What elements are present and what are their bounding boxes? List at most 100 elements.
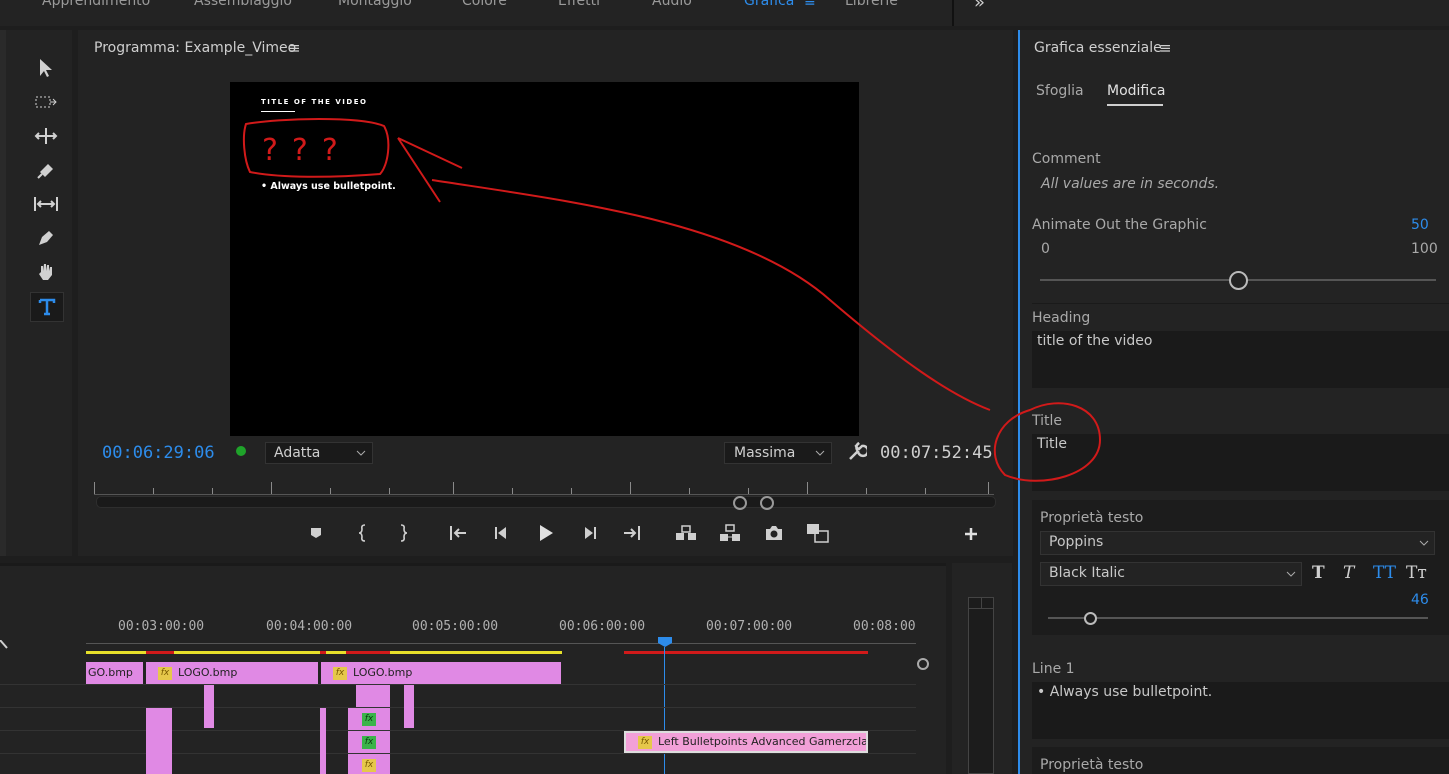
extract-icon[interactable] bbox=[719, 524, 741, 542]
export-frame-icon[interactable] bbox=[764, 525, 784, 541]
zoom-select[interactable]: Adatta bbox=[265, 442, 373, 464]
animate-out-slider-handle[interactable] bbox=[1228, 271, 1248, 290]
slip-tool-icon[interactable] bbox=[30, 190, 62, 218]
duration-timecode: 00:07:52:45 bbox=[880, 443, 993, 463]
scrollbar-handle-right[interactable] bbox=[760, 496, 774, 510]
add-button-icon[interactable] bbox=[964, 527, 978, 541]
all-caps-button[interactable]: TT bbox=[1373, 563, 1396, 583]
lift-icon[interactable] bbox=[675, 524, 697, 542]
clip[interactable] bbox=[204, 685, 214, 728]
workspace-overflow-icon[interactable]: » bbox=[974, 0, 985, 13]
video-frame[interactable]: TITLE OF THE VIDEO • Always use bulletpo… bbox=[230, 82, 859, 436]
scrollbar-handle-left[interactable] bbox=[733, 496, 747, 510]
clip[interactable]: fx bbox=[348, 708, 390, 730]
clip[interactable] bbox=[320, 708, 326, 774]
selection-tool-icon[interactable] bbox=[30, 54, 62, 82]
track-select-tool-icon[interactable] bbox=[30, 88, 62, 116]
timeline-scroll-handle[interactable] bbox=[917, 658, 929, 670]
line1-field[interactable]: • Always use bulletpoint. bbox=[1032, 682, 1449, 739]
resolution-select-value: Massima bbox=[734, 445, 796, 461]
small-caps-button[interactable]: Tт bbox=[1406, 563, 1427, 583]
playhead-handle[interactable] bbox=[658, 637, 672, 647]
title-field-value: Title bbox=[1037, 436, 1068, 452]
tab-sfoglia[interactable]: Sfoglia bbox=[1036, 83, 1084, 99]
workspace-tab-assemblaggio[interactable]: Assemblaggio bbox=[194, 0, 292, 9]
ruler-label: 00:04:00:00 bbox=[266, 619, 353, 634]
playhead-line[interactable] bbox=[664, 647, 665, 774]
mark-in-icon[interactable] bbox=[357, 524, 369, 542]
audio-meter bbox=[968, 597, 994, 774]
razor-tool-icon[interactable] bbox=[30, 156, 62, 184]
compare-icon[interactable] bbox=[806, 523, 830, 543]
clip[interactable]: GO.bmp bbox=[86, 662, 143, 684]
title-label: Title bbox=[1032, 413, 1063, 429]
play-icon[interactable] bbox=[537, 524, 555, 542]
line1-label: Line 1 bbox=[1032, 661, 1075, 677]
timeline-ruler[interactable] bbox=[86, 643, 916, 644]
clip[interactable] bbox=[356, 685, 390, 707]
clip[interactable]: fx LOGO.bmp bbox=[146, 662, 318, 684]
heading-label: Heading bbox=[1032, 310, 1091, 326]
chevron-down-icon bbox=[1286, 571, 1296, 577]
panel-menu-icon[interactable]: ≡ bbox=[1159, 39, 1172, 57]
panel-menu-icon[interactable]: ≡ bbox=[288, 39, 301, 57]
workspace-tab-apprendimento[interactable]: Apprendimento bbox=[42, 0, 150, 9]
font-select[interactable]: Poppins bbox=[1040, 531, 1435, 555]
step-back-icon[interactable] bbox=[492, 525, 510, 541]
text-properties-label: Proprietà testo bbox=[1040, 757, 1144, 773]
clip[interactable]: fx bbox=[348, 731, 390, 753]
monitor-time-ruler[interactable] bbox=[94, 494, 994, 495]
clip-label: LOGO.bmp bbox=[353, 666, 413, 679]
workspace-tab-effetti[interactable]: Effetti bbox=[558, 0, 600, 9]
essential-graphics-panel: Grafica essenziale ≡ Sfoglia Modifica Co… bbox=[1018, 30, 1449, 774]
ripple-edit-tool-icon[interactable] bbox=[30, 122, 62, 150]
workspace-tab-grafica[interactable]: Grafica bbox=[744, 0, 794, 9]
marker-icon[interactable] bbox=[309, 526, 323, 540]
panel-title: Grafica essenziale bbox=[1034, 40, 1162, 56]
clip[interactable] bbox=[146, 708, 172, 774]
font-style-select[interactable]: Black Italic bbox=[1040, 562, 1302, 586]
current-timecode[interactable]: 00:06:29:06 bbox=[102, 443, 215, 463]
font-size-value[interactable]: 46 bbox=[1411, 592, 1429, 608]
tab-modifica[interactable]: Modifica bbox=[1107, 83, 1166, 99]
workspace-tab-audio[interactable]: Audio bbox=[652, 0, 692, 9]
go-to-out-icon[interactable] bbox=[622, 525, 642, 541]
font-size-slider-handle[interactable] bbox=[1084, 612, 1097, 625]
clip[interactable] bbox=[404, 685, 414, 728]
heading-field[interactable]: title of the video bbox=[1032, 331, 1449, 388]
heading-field-value: title of the video bbox=[1037, 333, 1153, 349]
hand-tool-icon[interactable] bbox=[30, 258, 62, 286]
workspace-tab-colore[interactable]: Colore bbox=[462, 0, 507, 9]
comment-label: Comment bbox=[1032, 151, 1101, 167]
step-forward-icon[interactable] bbox=[581, 525, 599, 541]
chevron-down-icon bbox=[356, 450, 366, 456]
workspace-tab-montaggio[interactable]: Montaggio bbox=[338, 0, 412, 9]
animate-out-value[interactable]: 50 bbox=[1411, 217, 1429, 233]
text-properties-label: Proprietà testo bbox=[1040, 510, 1144, 526]
wrench-icon[interactable] bbox=[847, 442, 867, 462]
title-field[interactable]: Title bbox=[1032, 434, 1449, 491]
go-to-in-icon[interactable] bbox=[448, 525, 468, 541]
mark-out-icon[interactable] bbox=[397, 524, 409, 542]
ruler-label: 00:07:00:00 bbox=[706, 619, 793, 634]
graphic-clip[interactable]: fx Left Bulletpoints Advanced Gamerzclas bbox=[624, 731, 868, 753]
font-style-select-value: Black Italic bbox=[1049, 565, 1126, 581]
playback-resolution-select[interactable]: Massima bbox=[724, 442, 832, 464]
render-bar-red bbox=[624, 651, 868, 654]
faux-bold-button[interactable]: T bbox=[1312, 563, 1325, 583]
zoom-scrollbar[interactable] bbox=[96, 496, 996, 508]
zoom-select-value: Adatta bbox=[274, 445, 321, 461]
slider-max: 100 bbox=[1411, 241, 1438, 257]
font-size-slider[interactable] bbox=[1048, 617, 1428, 619]
type-tool-icon[interactable] bbox=[30, 292, 64, 322]
clip[interactable]: fx bbox=[348, 754, 390, 774]
divider bbox=[1032, 303, 1449, 304]
pen-tool-icon[interactable] bbox=[30, 224, 62, 252]
wrench-icon[interactable] bbox=[0, 640, 8, 650]
divider bbox=[952, 0, 954, 26]
workspace-tab-librerie[interactable]: Librerie bbox=[845, 0, 898, 9]
ruler-label: 00:05:00:00 bbox=[412, 619, 499, 634]
faux-italic-button[interactable]: T bbox=[1343, 563, 1354, 583]
clip[interactable]: fx LOGO.bmp bbox=[321, 662, 561, 684]
workspace-menu-icon[interactable]: ≡ bbox=[804, 0, 816, 10]
